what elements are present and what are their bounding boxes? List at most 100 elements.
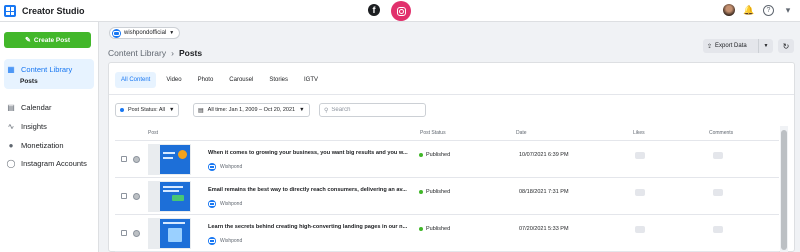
account-avatar: [112, 28, 121, 38]
divider: [109, 94, 794, 95]
export-data-label: Export Data: [715, 43, 747, 49]
creator-studio-logo-icon: [4, 5, 16, 17]
comments-value: [713, 189, 723, 196]
instagram-platform-button[interactable]: [391, 1, 411, 21]
post-thumbnail[interactable]: [148, 218, 191, 249]
sidebar-item-content-library[interactable]: ▦ Content Library: [6, 64, 72, 74]
content-card: All Content Video Photo Carousel Stories…: [108, 62, 795, 252]
table-row[interactable]: When it comes to growing your business, …: [115, 141, 779, 178]
post-title[interactable]: Learn the secrets behind creating high-c…: [208, 224, 413, 230]
likes-value: [635, 189, 645, 196]
caret-down-icon: ▼: [169, 30, 175, 36]
export-data-button[interactable]: ⇪ Export Data ▼: [703, 39, 773, 53]
user-avatar[interactable]: [723, 4, 735, 16]
monetization-icon: ●: [8, 140, 14, 150]
status-badge: Published: [419, 152, 450, 158]
tab-stories[interactable]: Stories: [263, 72, 294, 88]
sidebar-item-insights[interactable]: ∿ Insights: [6, 121, 47, 131]
content-type-tabs: All Content Video Photo Carousel Stories…: [115, 72, 324, 88]
brand[interactable]: Creator Studio: [4, 4, 85, 18]
caret-down-icon: ▼: [169, 107, 175, 113]
author-name: Wishpond: [220, 238, 243, 244]
refresh-button[interactable]: ↻: [778, 39, 794, 53]
status-dot-icon: [419, 190, 423, 194]
post-thumbnail[interactable]: [148, 144, 191, 175]
row-checkbox[interactable]: [121, 230, 127, 236]
post-date: 07/20/2021 5:33 PM: [519, 226, 569, 232]
column-header-post[interactable]: Post: [148, 130, 158, 136]
post-title[interactable]: When it comes to growing your business, …: [208, 150, 413, 156]
export-icon: ⇪: [707, 43, 713, 50]
likes-value: [635, 226, 645, 233]
author-name: Wishpond: [220, 201, 243, 207]
sidebar-item-calendar[interactable]: ▤ Calendar: [6, 102, 51, 112]
create-post-button[interactable]: ✎ Create Post: [4, 32, 91, 48]
row-checkbox[interactable]: [121, 156, 127, 162]
tab-carousel[interactable]: Carousel: [223, 72, 259, 88]
caret-down-icon[interactable]: ▾: [782, 4, 794, 16]
post-thumbnail[interactable]: [148, 181, 191, 212]
status-badge: Published: [419, 189, 450, 195]
status-label: Published: [426, 226, 451, 232]
column-header-comments[interactable]: Comments: [709, 130, 733, 136]
status-label: Published: [426, 189, 451, 195]
preview-icon[interactable]: [133, 230, 140, 237]
post-author: Wishpond: [208, 200, 242, 208]
post-status-label: Post Status: All: [128, 107, 165, 113]
search-input[interactable]: [331, 107, 421, 113]
column-header-date[interactable]: Date: [516, 130, 527, 136]
scrollbar[interactable]: [780, 126, 788, 252]
comments-value: [713, 226, 723, 233]
library-icon: ▦: [7, 64, 15, 74]
status-dot-icon: [419, 153, 423, 157]
sidebar-item-instagram-accounts[interactable]: ◯ Instagram Accounts: [6, 158, 87, 168]
post-author: Wishpond: [208, 163, 242, 171]
top-bar: Creator Studio f 🔔 ? ▾: [0, 0, 800, 22]
bell-icon[interactable]: 🔔: [743, 4, 755, 16]
instagram-icon: ◯: [6, 158, 16, 168]
post-title[interactable]: Email remains the best way to directly r…: [208, 187, 413, 193]
sidebar-item-label: Instagram Accounts: [21, 158, 87, 168]
breadcrumb-content-library[interactable]: Content Library: [108, 48, 166, 58]
account-name: wishpondofficial: [124, 30, 167, 36]
calendar-icon: ▤: [198, 107, 204, 114]
sidebar-subitem-posts[interactable]: Posts: [20, 78, 38, 85]
date-range-label: All time: Jan 1, 2009 – Oct 20, 2021: [207, 107, 296, 113]
facebook-platform-button[interactable]: f: [368, 4, 380, 16]
sidebar-item-label: Content Library: [21, 64, 73, 74]
scrollbar-thumb[interactable]: [781, 130, 787, 250]
tab-all-content[interactable]: All Content: [115, 72, 157, 88]
edit-icon: ✎: [25, 37, 31, 44]
date-range-filter[interactable]: ▤ All time: Jan 1, 2009 – Oct 20, 2021 ▼: [193, 103, 310, 117]
tab-photo[interactable]: Photo: [192, 72, 220, 88]
column-header-likes[interactable]: Likes: [633, 130, 645, 136]
author-avatar: [208, 200, 216, 208]
post-status-filter[interactable]: Post Status: All ▼: [115, 103, 180, 117]
column-header-post-status[interactable]: Post Status: [420, 130, 446, 136]
page-title: Posts: [178, 48, 203, 58]
search-icon: ⚲: [324, 107, 329, 114]
preview-icon[interactable]: [133, 156, 140, 163]
post-author: Wishpond: [208, 237, 242, 245]
table-row[interactable]: Email remains the best way to directly r…: [115, 178, 779, 215]
post-date: 10/07/2021 6:39 PM: [519, 152, 569, 158]
tab-igtv[interactable]: IGTV: [298, 72, 324, 88]
sidebar-item-monetization[interactable]: ● Monetization: [6, 140, 64, 150]
table-row[interactable]: Learn the secrets behind creating high-c…: [115, 215, 779, 252]
sidebar: ✎ Create Post ▦ Content Library Posts ▤ …: [0, 22, 99, 252]
refresh-icon: ↻: [782, 41, 790, 51]
search-box[interactable]: ⚲: [319, 103, 426, 117]
caret-down-icon[interactable]: ▼: [759, 43, 773, 49]
author-avatar: [208, 237, 216, 245]
account-selector[interactable]: wishpondofficial ▼: [109, 27, 181, 39]
preview-icon[interactable]: [133, 193, 140, 200]
comments-value: [713, 152, 723, 159]
help-icon[interactable]: ?: [763, 4, 774, 16]
tab-video[interactable]: Video: [160, 72, 187, 88]
app-title: Creator Studio: [22, 6, 85, 16]
row-checkbox[interactable]: [121, 193, 127, 199]
likes-value: [635, 152, 645, 159]
caret-down-icon: ▼: [299, 107, 305, 113]
post-date: 08/18/2021 7:31 PM: [519, 189, 569, 195]
create-post-label: Create Post: [33, 36, 70, 44]
